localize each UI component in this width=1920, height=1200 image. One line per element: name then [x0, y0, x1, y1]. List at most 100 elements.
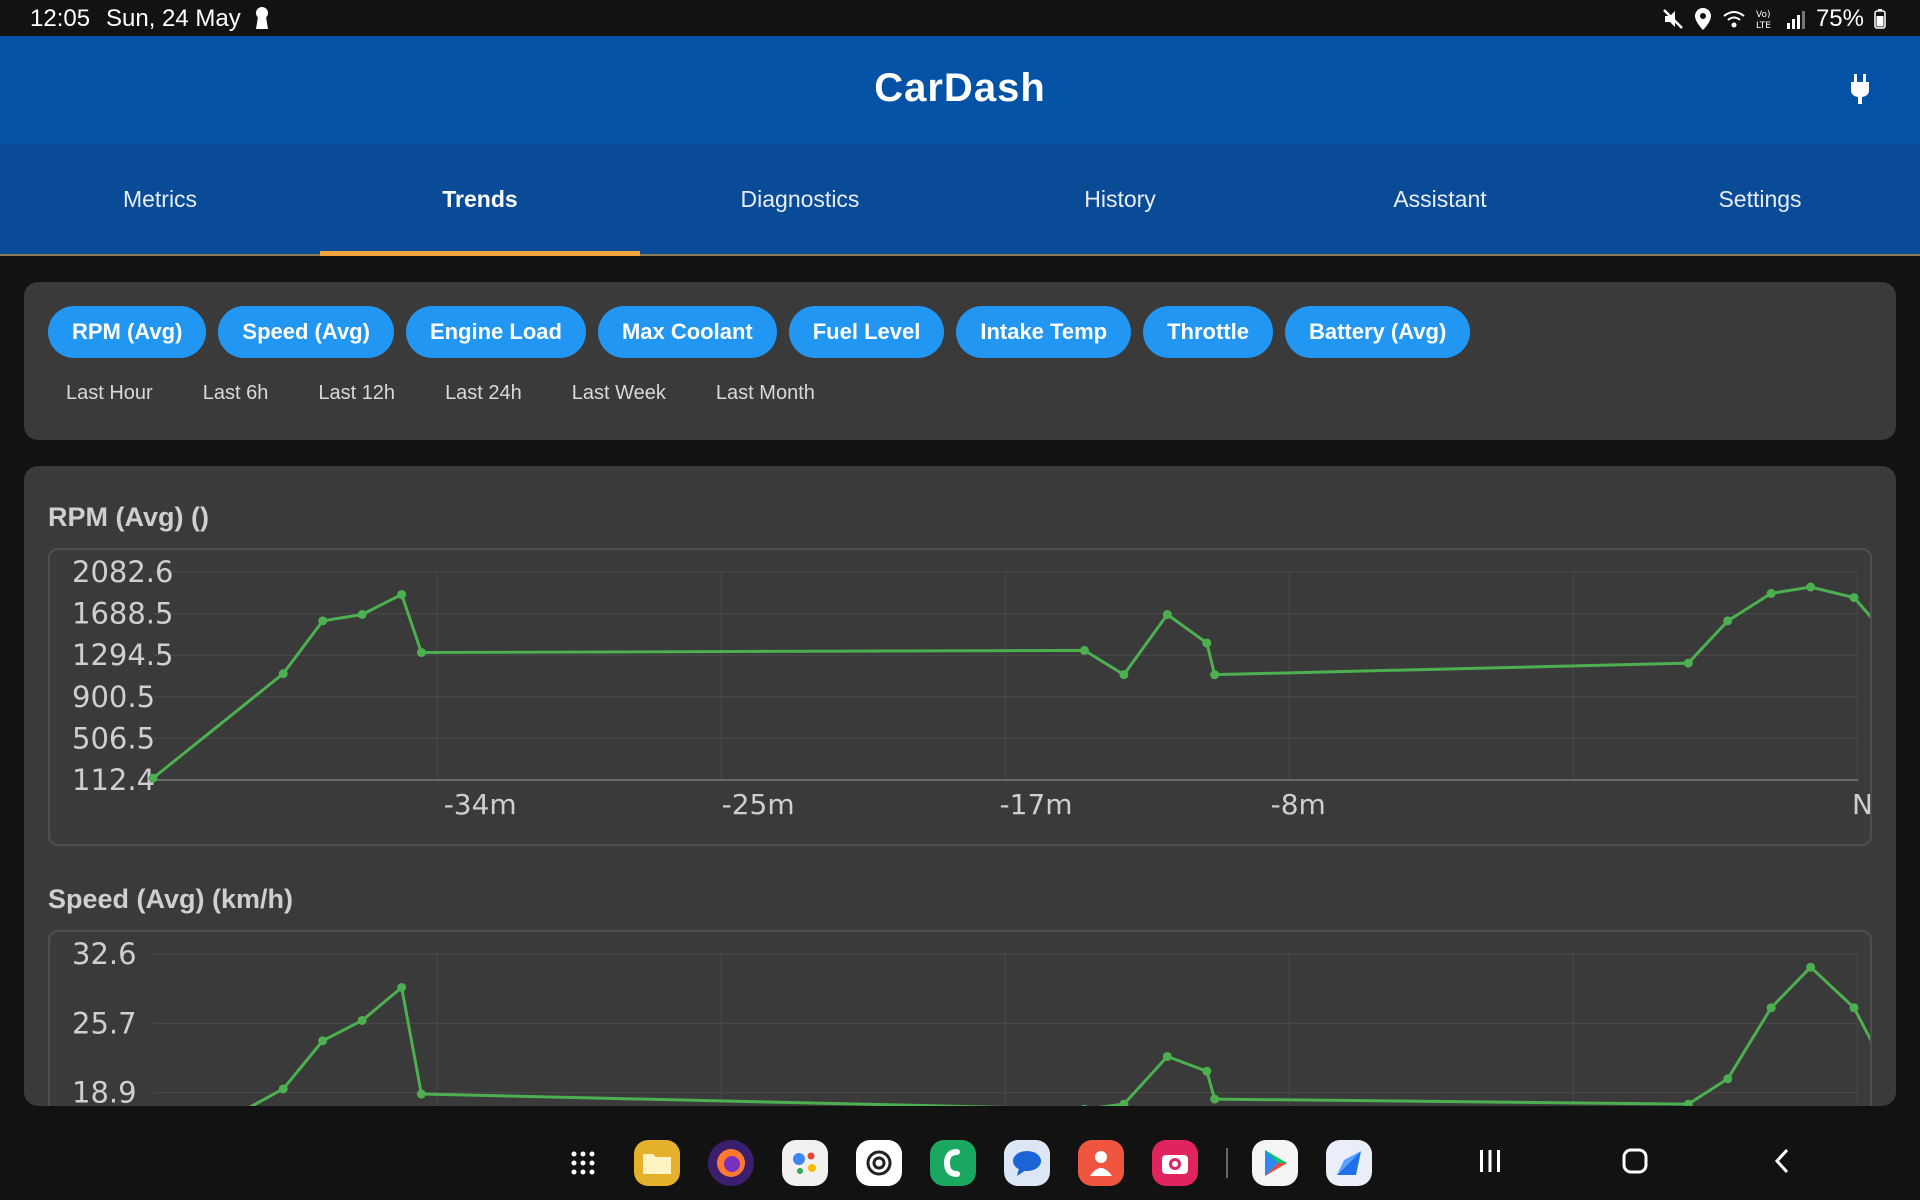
- wifi-icon: [1722, 9, 1746, 29]
- data-point[interactable]: [278, 1084, 288, 1094]
- camera-icon[interactable]: [1152, 1140, 1198, 1186]
- y-tick-label: 2082.6: [72, 555, 173, 589]
- plug-icon[interactable]: [1850, 74, 1870, 109]
- x-tick-label: -17m: [1000, 788, 1073, 821]
- data-point[interactable]: [397, 982, 407, 992]
- data-point[interactable]: [1806, 962, 1816, 972]
- data-point[interactable]: [1210, 670, 1220, 680]
- speed-chart: 32.625.718.912.1-34m-25m-17m-8mNow: [72, 937, 1870, 1106]
- series-line: [248, 965, 1870, 1106]
- signal-icon: [1786, 9, 1806, 29]
- tab-label: Trends: [442, 185, 518, 212]
- data-point[interactable]: [357, 610, 367, 620]
- range-last-hour[interactable]: Last Hour: [66, 382, 153, 405]
- volte-icon: Vo) LTE: [1756, 8, 1776, 30]
- data-point[interactable]: [318, 1036, 328, 1046]
- rpm-chart-frame: 2082.6 1688.5 1294.5 900.5 506.5 112.4 -34m -25…: [48, 548, 1872, 846]
- app-bar: CarDash: [0, 36, 1920, 144]
- apps-grid-icon[interactable]: [560, 1140, 606, 1186]
- x-tick-label: -8m: [1271, 788, 1326, 821]
- chatgpt-icon[interactable]: [856, 1140, 902, 1186]
- data-point[interactable]: [1162, 610, 1172, 620]
- data-point[interactable]: [1766, 1003, 1776, 1013]
- chip-intake-temp[interactable]: Intake Temp: [956, 306, 1132, 358]
- chip-engine-load[interactable]: Engine Load: [405, 306, 586, 358]
- tab-trends[interactable]: Trends: [320, 144, 640, 256]
- firefox-icon[interactable]: [708, 1140, 754, 1186]
- range-last-12h[interactable]: Last 12h: [318, 382, 395, 405]
- data-point[interactable]: [1723, 1074, 1733, 1084]
- remote-icon[interactable]: [1326, 1140, 1372, 1186]
- y-tick-label: 506.5: [72, 721, 155, 755]
- data-point[interactable]: [148, 773, 158, 783]
- data-point[interactable]: [1806, 582, 1816, 592]
- status-date: Sun, 24 May: [106, 5, 241, 32]
- data-point[interactable]: [1210, 1094, 1220, 1104]
- tab-label: Settings: [1718, 185, 1802, 212]
- data-point[interactable]: [1202, 1066, 1212, 1076]
- data-point[interactable]: [1162, 1051, 1172, 1061]
- range-last-month[interactable]: Last Month: [716, 382, 815, 405]
- tab-metrics[interactable]: Metrics: [0, 144, 320, 254]
- status-icons: Vo) LTE 75%: [1662, 5, 1886, 33]
- data-point[interactable]: [1202, 638, 1212, 648]
- play-store-icon[interactable]: [1252, 1140, 1298, 1186]
- speed-chart-frame: 32.625.718.912.1-34m-25m-17m-8mNow: [48, 930, 1872, 1106]
- tab-diagnostics[interactable]: Diagnostics: [640, 144, 960, 254]
- data-point[interactable]: [1766, 588, 1776, 598]
- x-tick-label: Now: [1852, 788, 1870, 821]
- data-point[interactable]: [397, 589, 407, 599]
- chip-throttle[interactable]: Throttle: [1143, 306, 1273, 358]
- messages-icon[interactable]: [1004, 1140, 1050, 1186]
- data-point[interactable]: [416, 1089, 426, 1099]
- home-icon[interactable]: [1620, 1146, 1650, 1181]
- tab-assistant[interactable]: Assistant: [1280, 144, 1600, 254]
- tab-bar: Metrics Trends Diagnostics History Assis…: [0, 144, 1920, 256]
- dock-divider: [1226, 1148, 1228, 1178]
- battery-percent: 75%: [1815, 5, 1864, 32]
- chip-speed-avg[interactable]: Speed (Avg): [218, 306, 394, 358]
- tab-label: Diagnostics: [740, 185, 860, 212]
- x-tick-label: -34m: [444, 788, 517, 821]
- location-icon: [1694, 7, 1712, 31]
- range-last-24h[interactable]: Last 24h: [445, 382, 522, 405]
- data-point[interactable]: [1080, 1104, 1089, 1106]
- data-point[interactable]: [1119, 670, 1129, 680]
- chip-rpm-avg[interactable]: RPM (Avg): [48, 306, 207, 358]
- files-icon[interactable]: [634, 1140, 680, 1186]
- tab-history[interactable]: History: [960, 144, 1280, 254]
- y-tick-label: 1294.5: [72, 638, 173, 672]
- data-point[interactable]: [318, 616, 328, 626]
- range-last-week[interactable]: Last Week: [572, 382, 666, 405]
- data-point[interactable]: [1723, 616, 1733, 626]
- data-point[interactable]: [278, 669, 288, 679]
- y-tick-label: 18.9: [72, 1076, 137, 1106]
- range-last-6h[interactable]: Last 6h: [203, 382, 269, 405]
- phone-icon[interactable]: [930, 1140, 976, 1186]
- recents-icon[interactable]: [1478, 1146, 1502, 1181]
- data-point[interactable]: [1849, 593, 1859, 603]
- rpm-chart: 2082.6 1688.5 1294.5 900.5 506.5 112.4 -34m -25…: [72, 555, 1870, 821]
- data-point[interactable]: [1683, 658, 1693, 668]
- data-point[interactable]: [357, 1015, 367, 1025]
- tab-settings[interactable]: Settings: [1600, 144, 1920, 254]
- charts-card[interactable]: RPM (Avg) () 2082.6 1688.5 1294.5 900.5 506.…: [24, 466, 1896, 1106]
- assistant-icon[interactable]: [782, 1140, 828, 1186]
- app-dock: [560, 1140, 1400, 1186]
- status-time: 12:05: [30, 5, 91, 32]
- tab-label: Metrics: [122, 185, 198, 212]
- y-tick-label: 112.4: [72, 763, 155, 797]
- data-point[interactable]: [1079, 645, 1089, 655]
- data-point[interactable]: [416, 648, 426, 658]
- y-tick-label: 32.6: [72, 937, 137, 971]
- series-line: [152, 585, 1870, 780]
- chip-fuel-level[interactable]: Fuel Level: [788, 306, 945, 358]
- keyhole-icon: [254, 6, 270, 37]
- back-icon[interactable]: [1770, 1146, 1794, 1181]
- data-point[interactable]: [1849, 1003, 1859, 1013]
- mute-icon: [1662, 8, 1684, 30]
- chip-battery-avg[interactable]: Battery (Avg): [1284, 306, 1471, 358]
- time-range-selector: Last Hour Last 6h Last 12h Last 24h Last…: [66, 382, 865, 405]
- chip-max-coolant[interactable]: Max Coolant: [597, 306, 777, 358]
- contacts-icon[interactable]: [1078, 1140, 1124, 1186]
